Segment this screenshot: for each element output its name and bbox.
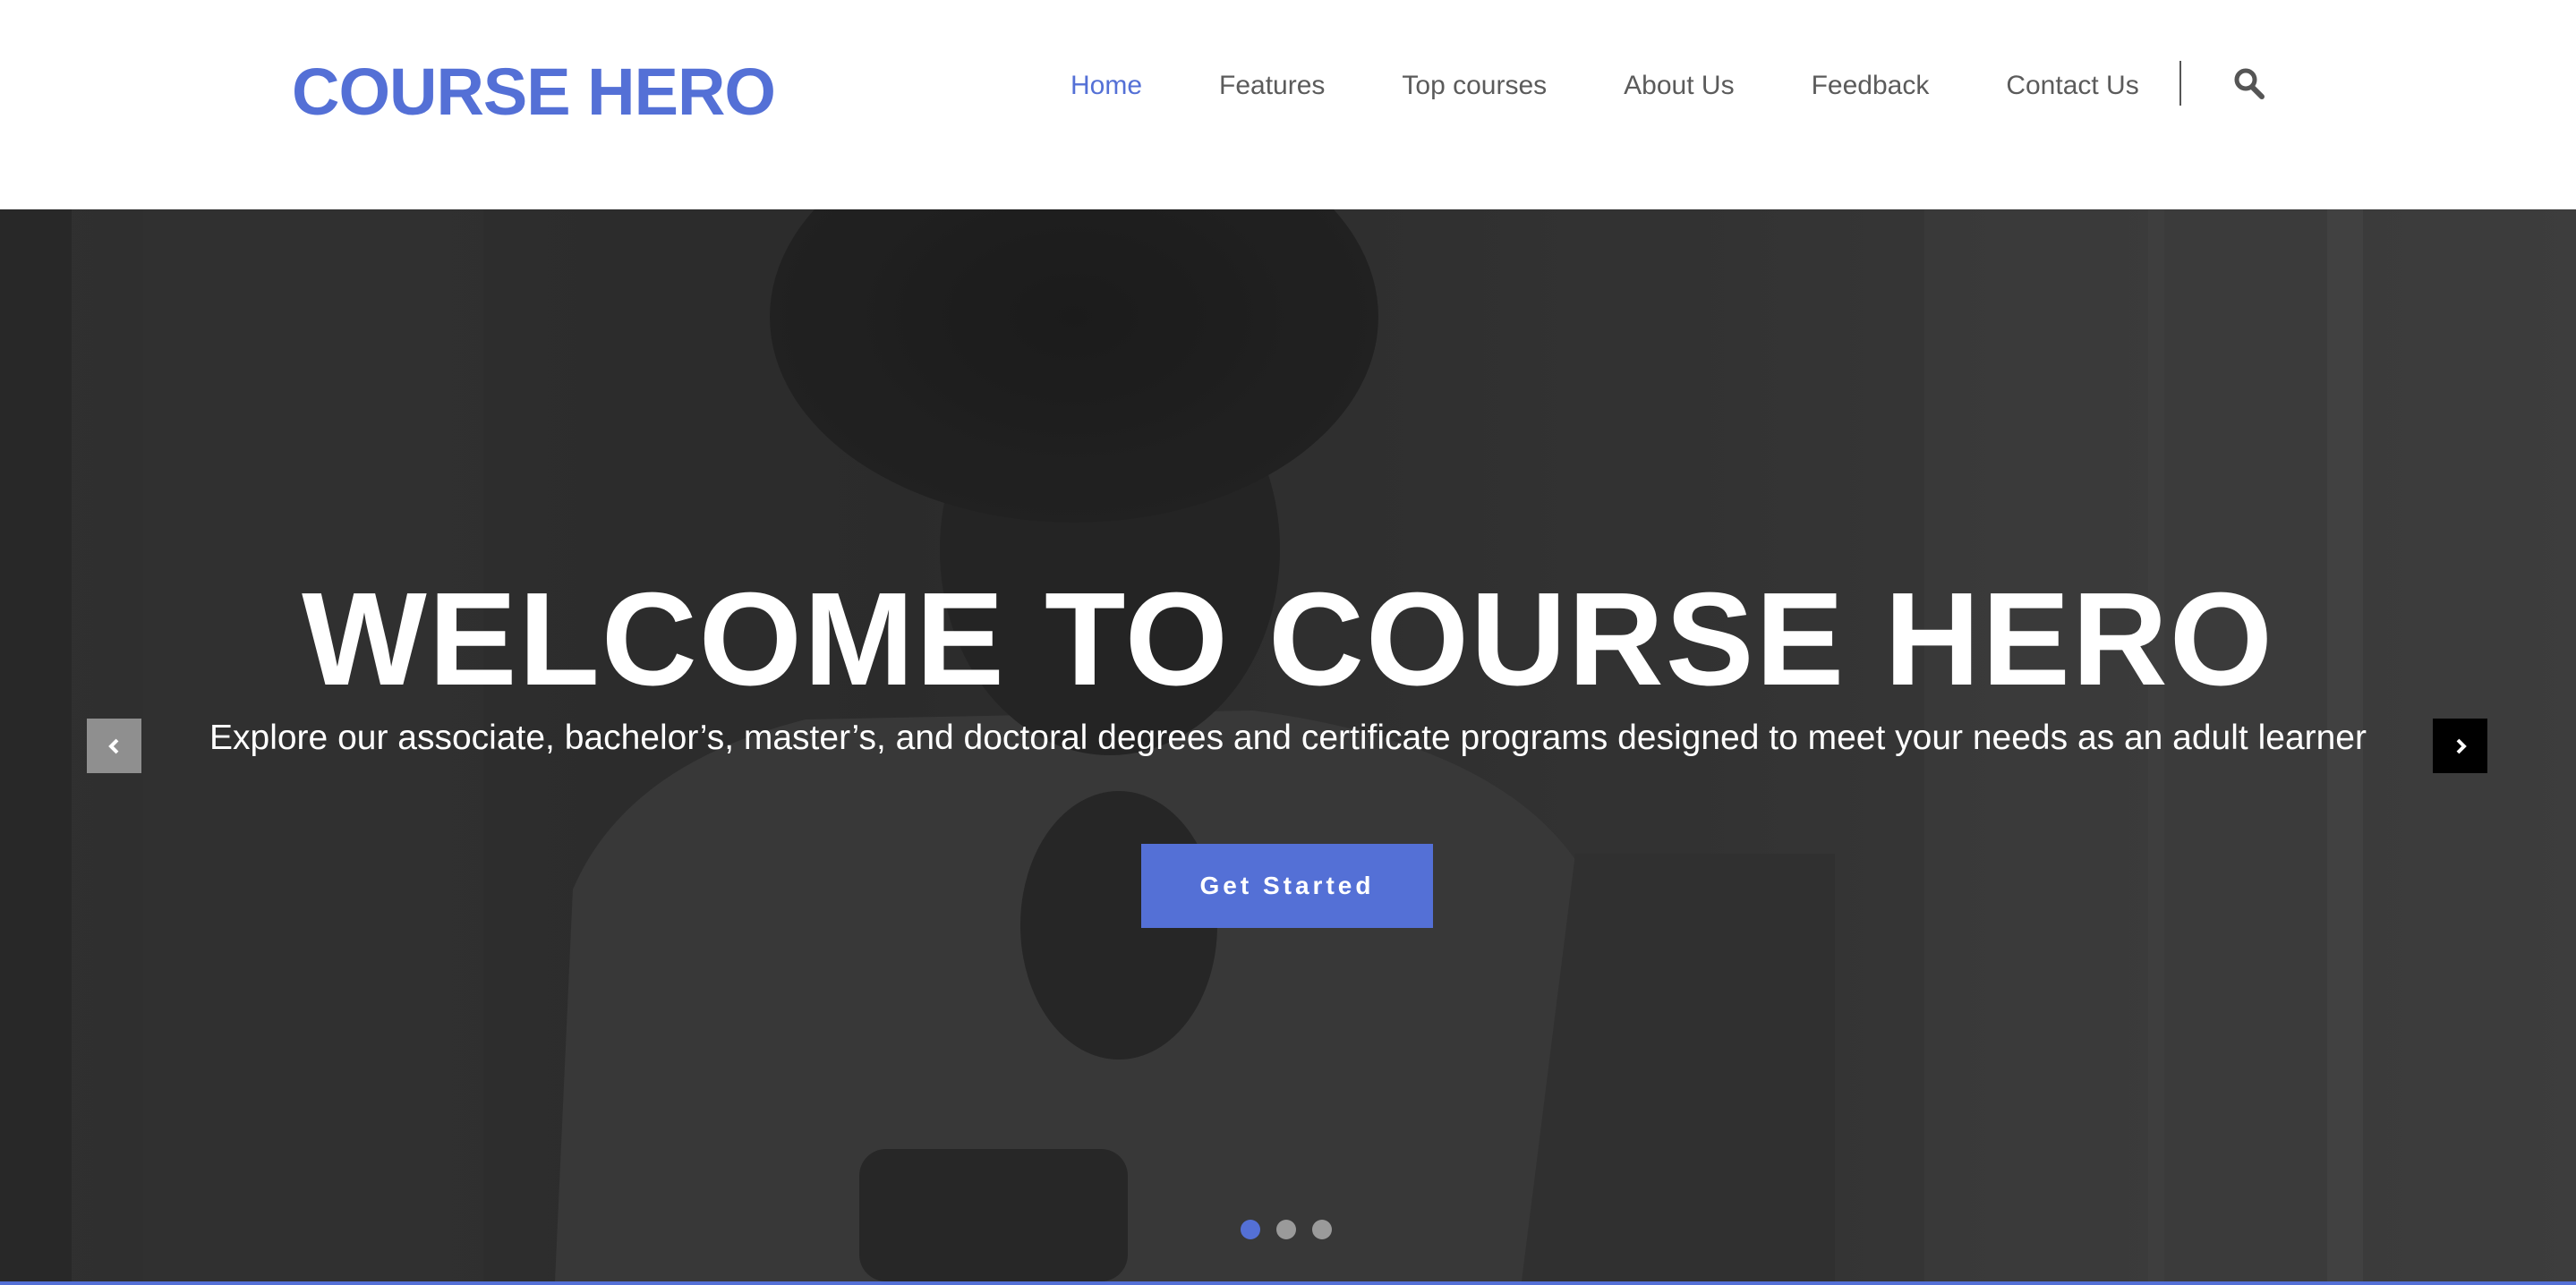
carousel-prev-button[interactable]	[87, 719, 141, 773]
search-button[interactable]	[2232, 66, 2266, 102]
nav-item-features[interactable]: Features	[1219, 71, 1325, 101]
carousel-dot-3[interactable]	[1312, 1220, 1332, 1239]
carousel-indicators	[1241, 1219, 1348, 1240]
carousel-next-button[interactable]	[2433, 719, 2487, 773]
nav-item-top-courses[interactable]: Top courses	[1402, 71, 1547, 101]
main-nav: Home Features Top courses About Us Feedb…	[1070, 61, 2139, 111]
site-header: COURSE HERO Home Features Top courses Ab…	[0, 0, 2576, 209]
hero-subtitle: Explore our associate, bachelor’s, maste…	[209, 719, 2367, 757]
nav-item-home[interactable]: Home	[1070, 71, 1142, 101]
hero-title: WELCOME TO COURSE HERO	[302, 566, 2274, 713]
nav-item-contact-us[interactable]: Contact Us	[2006, 71, 2138, 101]
nav-divider	[2179, 61, 2181, 106]
chevron-right-icon	[2456, 738, 2467, 753]
chevron-left-icon	[107, 738, 118, 753]
bottom-accent-line	[0, 1281, 2576, 1285]
carousel-dot-2[interactable]	[1276, 1220, 1296, 1239]
search-icon	[2234, 68, 2265, 99]
site-logo[interactable]: COURSE HERO	[292, 54, 776, 131]
nav-item-about-us[interactable]: About Us	[1624, 71, 1734, 101]
carousel-dot-1[interactable]	[1241, 1220, 1260, 1239]
nav-item-feedback[interactable]: Feedback	[1812, 71, 1930, 101]
hero-carousel: WELCOME TO COURSE HERO Explore our assoc…	[0, 209, 2576, 1281]
get-started-button[interactable]: Get Started	[1141, 844, 1433, 928]
